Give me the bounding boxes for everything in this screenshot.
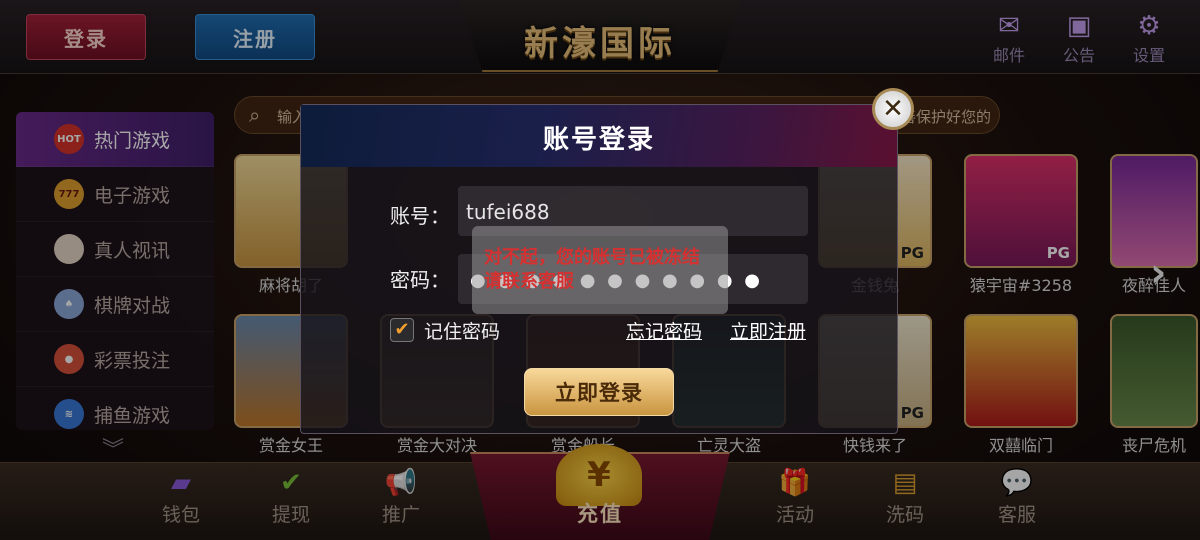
- close-button[interactable]: ✕: [872, 88, 914, 130]
- account-label: 账号：: [390, 204, 450, 228]
- remember-label: 记住密码: [424, 321, 501, 343]
- account-value: tufei688: [466, 200, 550, 224]
- submit-login-button[interactable]: 立即登录: [524, 368, 674, 416]
- remember-checkbox[interactable]: ✔: [390, 318, 414, 342]
- forgot-password-link[interactable]: 忘记密码: [626, 317, 702, 344]
- dialog-title: 账号登录: [542, 125, 655, 155]
- error-toast-text: 对不起，您的账号已被冻结请联系客服: [484, 247, 700, 292]
- password-label: 密码：: [390, 268, 450, 292]
- register-link[interactable]: 立即注册: [730, 317, 806, 344]
- close-icon: ✕: [882, 94, 904, 124]
